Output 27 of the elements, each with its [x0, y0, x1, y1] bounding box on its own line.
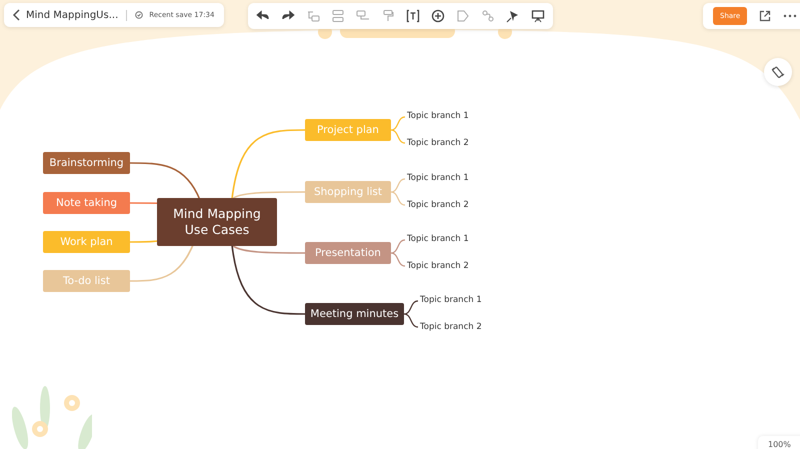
branch-label[interactable]: Topic branch 2	[407, 137, 469, 150]
branch-label[interactable]: Topic branch 1	[407, 110, 469, 123]
connector-line	[130, 162, 201, 200]
style-icon[interactable]	[506, 9, 520, 23]
back-icon[interactable]	[12, 9, 20, 21]
present-icon[interactable]	[531, 9, 545, 23]
branch-label[interactable]: Topic branch 1	[407, 172, 469, 185]
document-title[interactable]: Mind MappingUs...	[26, 10, 118, 20]
branch-connector	[390, 178, 406, 206]
branch-connector	[390, 239, 406, 267]
external-link-icon[interactable]	[759, 10, 772, 22]
branch-connector	[390, 116, 406, 144]
check-circle-icon	[135, 11, 144, 19]
more-icon[interactable]	[783, 14, 798, 18]
branch-label[interactable]: Topic branch 2	[420, 321, 482, 334]
central-topic[interactable]: Mind Mapping Use Cases	[157, 198, 277, 246]
zoom-level[interactable]: 100%	[758, 436, 800, 449]
topic-node[interactable]: Brainstorming	[43, 152, 130, 174]
topic-node[interactable]: Meeting minutes	[305, 303, 404, 325]
eraser-icon[interactable]	[771, 65, 785, 79]
text-icon[interactable]	[406, 9, 420, 23]
insert-icon[interactable]	[431, 9, 445, 23]
branch-label[interactable]: Topic branch 2	[407, 199, 469, 212]
branch-label[interactable]: Topic branch 1	[407, 233, 469, 246]
branch-label[interactable]: Topic branch 1	[420, 294, 482, 307]
branch-connector	[403, 300, 419, 328]
branch-label[interactable]: Topic branch 2	[407, 260, 469, 273]
